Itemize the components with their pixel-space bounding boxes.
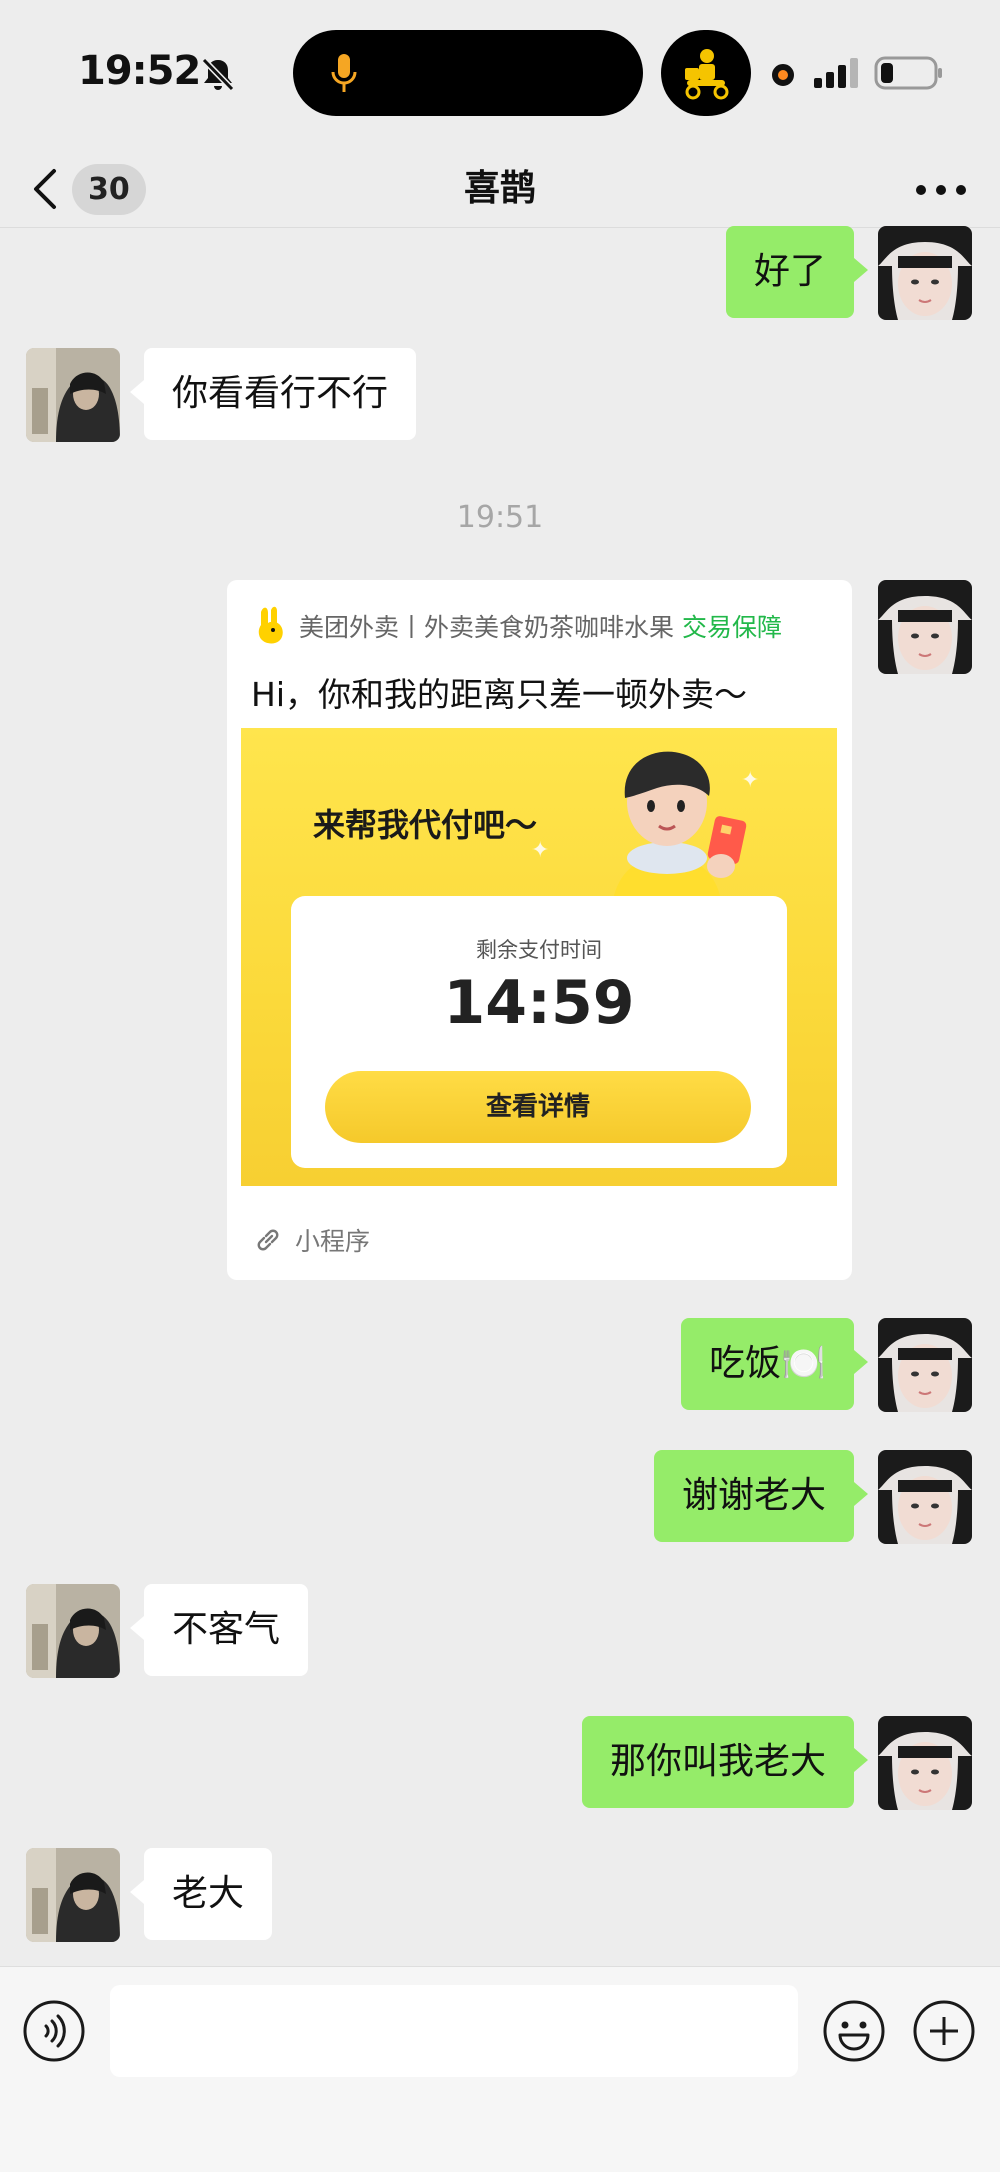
mini-program-card[interactable]: 美团外卖丨外卖美食奶茶咖啡水果 交易保障 Hi，你和我的距离只差一顿外卖～ 来帮… bbox=[227, 580, 852, 1280]
trade-guarantee-label: 交易保障 bbox=[682, 613, 783, 642]
self-avatar[interactable] bbox=[878, 580, 972, 674]
voice-icon[interactable] bbox=[22, 1999, 86, 2063]
card-cover-image: 来帮我代付吧～ ✦ ✦ 剩余支付时间 14:59 查看详情 bbox=[241, 728, 837, 1186]
contact-avatar[interactable] bbox=[26, 1584, 120, 1678]
time-divider: 19:51 bbox=[456, 500, 544, 535]
message-outgoing: 好了 bbox=[725, 226, 972, 320]
signal-icon bbox=[814, 58, 858, 88]
bell-slash-icon bbox=[201, 57, 235, 92]
message-bubble[interactable]: 谢谢老大 bbox=[653, 1450, 869, 1542]
message-bubble[interactable]: 那你叫我老大 bbox=[581, 1716, 869, 1808]
recording-dot-icon bbox=[772, 64, 794, 86]
message-input[interactable] bbox=[110, 1985, 798, 2077]
link-icon bbox=[257, 1229, 279, 1251]
message-incoming: 你看看行不行 bbox=[26, 348, 417, 442]
self-avatar[interactable] bbox=[878, 226, 972, 320]
self-avatar[interactable] bbox=[878, 1716, 972, 1810]
message-bubble[interactable]: 老大 bbox=[129, 1848, 273, 1940]
status-bar: 19:52 bbox=[0, 0, 1000, 150]
view-details-button[interactable]: 查看详情 bbox=[325, 1071, 751, 1143]
mini-program-label: 小程序 bbox=[295, 1227, 371, 1256]
sparkle-icon: ✦ bbox=[531, 838, 550, 863]
message-bubble[interactable]: 好了 bbox=[725, 226, 869, 318]
promo-text: 来帮我代付吧～ bbox=[313, 806, 538, 844]
card-title: Hi，你和我的距离只差一顿外卖～ bbox=[251, 675, 747, 714]
card-header: 美团外卖丨外卖美食奶茶咖啡水果 交易保障 bbox=[253, 606, 832, 646]
plus-icon[interactable] bbox=[912, 1999, 976, 2063]
message-outgoing: 吃饭🍽️ bbox=[681, 1318, 972, 1412]
meituan-kangaroo-icon bbox=[258, 606, 283, 644]
back-button[interactable]: 30 bbox=[30, 150, 150, 228]
message-bubble[interactable]: 不客气 bbox=[129, 1584, 309, 1676]
battery-icon bbox=[874, 56, 942, 90]
input-bar bbox=[0, 1966, 1000, 2172]
self-avatar[interactable] bbox=[878, 1318, 972, 1412]
message-outgoing: 谢谢老大 bbox=[653, 1450, 972, 1544]
character-illustration bbox=[611, 751, 747, 920]
timer-label: 剩余支付时间 bbox=[476, 938, 602, 962]
microphone-icon bbox=[331, 54, 357, 92]
message-incoming: 老大 bbox=[26, 1848, 273, 1942]
dynamic-island bbox=[293, 30, 643, 116]
unread-count-badge: 30 bbox=[72, 163, 146, 215]
card-footer: 小程序 bbox=[253, 1222, 370, 1258]
card-source: 美团外卖丨外卖美食奶茶咖啡水果 bbox=[299, 613, 675, 642]
contact-avatar[interactable] bbox=[26, 1848, 120, 1942]
status-time: 19:52 bbox=[78, 48, 201, 94]
emoji-icon[interactable] bbox=[822, 1999, 886, 2063]
contact-avatar[interactable] bbox=[26, 348, 120, 442]
chevron-left-icon bbox=[34, 169, 56, 209]
live-activity[interactable] bbox=[661, 30, 751, 116]
message-incoming: 不客气 bbox=[26, 1584, 309, 1678]
chat-title: 喜鹊 bbox=[463, 168, 536, 209]
delivery-rider-icon bbox=[685, 49, 729, 100]
chat-header: 30 喜鹊 bbox=[0, 150, 1000, 228]
message-outgoing: 那你叫我老大 bbox=[581, 1716, 972, 1810]
message-outgoing-card bbox=[878, 580, 972, 674]
timer-panel: 剩余支付时间 14:59 查看详情 bbox=[291, 896, 787, 1168]
timer-value: 14:59 bbox=[443, 968, 635, 1038]
message-bubble[interactable]: 你看看行不行 bbox=[129, 348, 417, 440]
self-avatar[interactable] bbox=[878, 1450, 972, 1544]
more-dots-icon[interactable] bbox=[908, 170, 974, 210]
message-bubble[interactable]: 吃饭🍽️ bbox=[681, 1318, 868, 1410]
